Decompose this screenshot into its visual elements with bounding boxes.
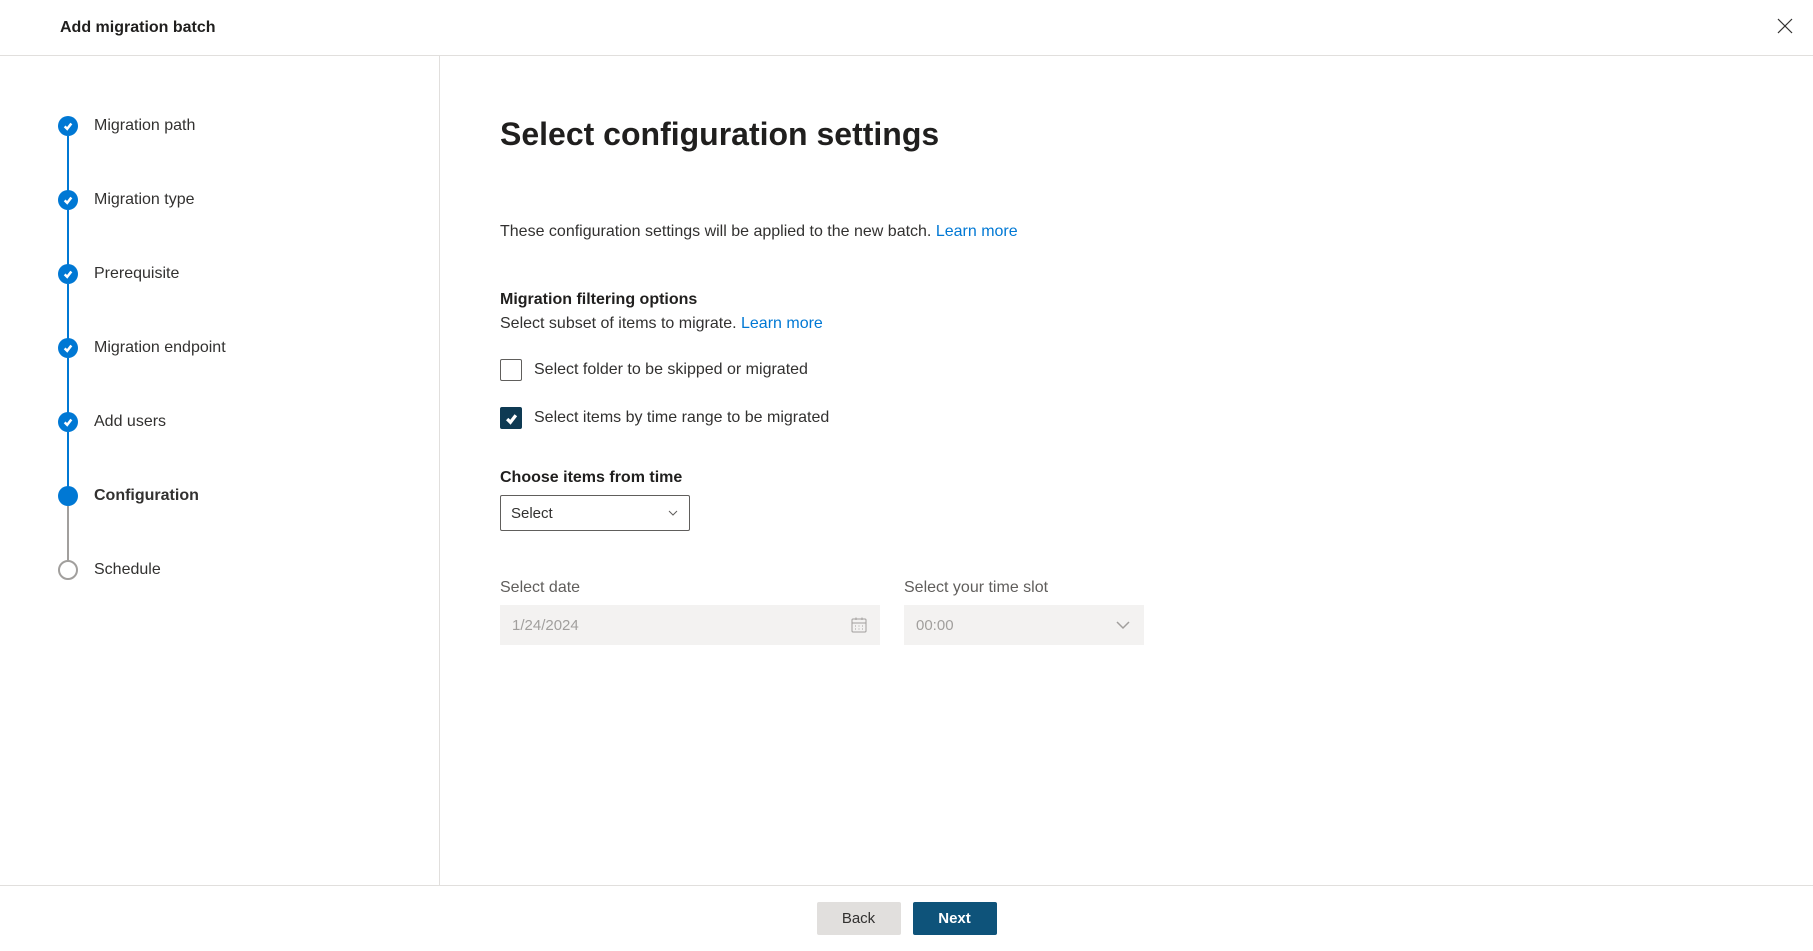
checkbox-select-timerange[interactable] xyxy=(500,407,522,429)
choose-time-value: Select xyxy=(511,505,553,522)
time-label: Select your time slot xyxy=(904,579,1144,597)
checkbox-label-folder: Select folder to be skipped or migrated xyxy=(534,361,808,379)
checkmark-icon xyxy=(63,343,73,353)
filtering-learn-more-link[interactable]: Learn more xyxy=(741,315,823,332)
filtering-subtext: Select subset of items to migrate. Learn… xyxy=(500,315,1753,333)
step-label: Migration path xyxy=(94,117,195,135)
checkbox-label-timerange: Select items by time range to be migrate… xyxy=(534,409,829,427)
step-indicator-completed xyxy=(58,412,78,432)
dialog-header: Add migration batch xyxy=(0,0,1813,56)
step-prerequisite[interactable]: Prerequisite xyxy=(58,264,399,338)
close-button[interactable] xyxy=(1773,14,1797,41)
description-text: These configuration settings will be app… xyxy=(500,223,936,240)
filtering-heading: Migration filtering options xyxy=(500,291,1753,309)
checkbox-row-timerange: Select items by time range to be migrate… xyxy=(500,407,1753,429)
learn-more-link[interactable]: Learn more xyxy=(936,223,1018,240)
close-icon xyxy=(1777,18,1793,34)
dialog-body: Migration path Migration type Prerequisi… xyxy=(0,56,1813,885)
step-indicator-upcoming xyxy=(58,560,78,580)
page-title: Select configuration settings xyxy=(500,116,1753,153)
date-time-row: Select date 1/24/2024 xyxy=(500,579,1753,645)
back-button[interactable]: Back xyxy=(817,902,901,935)
checkmark-icon xyxy=(505,412,518,425)
checkmark-icon xyxy=(63,417,73,427)
checkmark-icon xyxy=(63,121,73,131)
chevron-down-icon xyxy=(1114,616,1132,634)
step-indicator-current xyxy=(58,486,78,506)
page-description: These configuration settings will be app… xyxy=(500,223,1753,241)
step-migration-type[interactable]: Migration type xyxy=(58,190,399,264)
step-label: Schedule xyxy=(94,561,161,579)
step-add-users[interactable]: Add users xyxy=(58,412,399,486)
step-migration-endpoint[interactable]: Migration endpoint xyxy=(58,338,399,412)
step-indicator-completed xyxy=(58,190,78,210)
step-label: Prerequisite xyxy=(94,265,179,283)
step-label: Configuration xyxy=(94,487,199,505)
filtering-section: Migration filtering options Select subse… xyxy=(500,291,1753,429)
filtering-subtext-text: Select subset of items to migrate. xyxy=(500,315,741,332)
step-indicator-completed xyxy=(58,338,78,358)
date-column: Select date 1/24/2024 xyxy=(500,579,880,645)
date-input[interactable]: 1/24/2024 xyxy=(500,605,880,645)
next-button[interactable]: Next xyxy=(913,902,997,935)
step-label: Migration endpoint xyxy=(94,339,226,357)
time-value: 00:00 xyxy=(916,617,954,634)
wizard-sidebar: Migration path Migration type Prerequisi… xyxy=(0,56,440,885)
dialog-footer: Back Next xyxy=(0,885,1813,951)
chevron-down-icon xyxy=(667,507,679,519)
step-configuration[interactable]: Configuration xyxy=(58,486,399,560)
checkbox-select-folder[interactable] xyxy=(500,359,522,381)
choose-time-label: Choose items from time xyxy=(500,469,1753,487)
calendar-icon xyxy=(850,616,868,634)
time-column: Select your time slot 00:00 xyxy=(904,579,1144,645)
wizard-steps: Migration path Migration type Prerequisi… xyxy=(58,116,399,580)
step-label: Add users xyxy=(94,413,166,431)
step-indicator-completed xyxy=(58,264,78,284)
step-migration-path[interactable]: Migration path xyxy=(58,116,399,190)
checkmark-icon xyxy=(63,195,73,205)
time-input[interactable]: 00:00 xyxy=(904,605,1144,645)
dialog-title: Add migration batch xyxy=(60,19,216,37)
wizard-content: Select configuration settings These conf… xyxy=(440,56,1813,885)
date-value: 1/24/2024 xyxy=(512,617,579,634)
checkmark-icon xyxy=(63,269,73,279)
step-schedule: Schedule xyxy=(58,560,399,580)
checkbox-row-folder: Select folder to be skipped or migrated xyxy=(500,359,1753,381)
choose-time-select[interactable]: Select xyxy=(500,495,690,531)
step-label: Migration type xyxy=(94,191,195,209)
date-label: Select date xyxy=(500,579,880,597)
step-indicator-completed xyxy=(58,116,78,136)
choose-time-field: Choose items from time Select xyxy=(500,469,1753,531)
